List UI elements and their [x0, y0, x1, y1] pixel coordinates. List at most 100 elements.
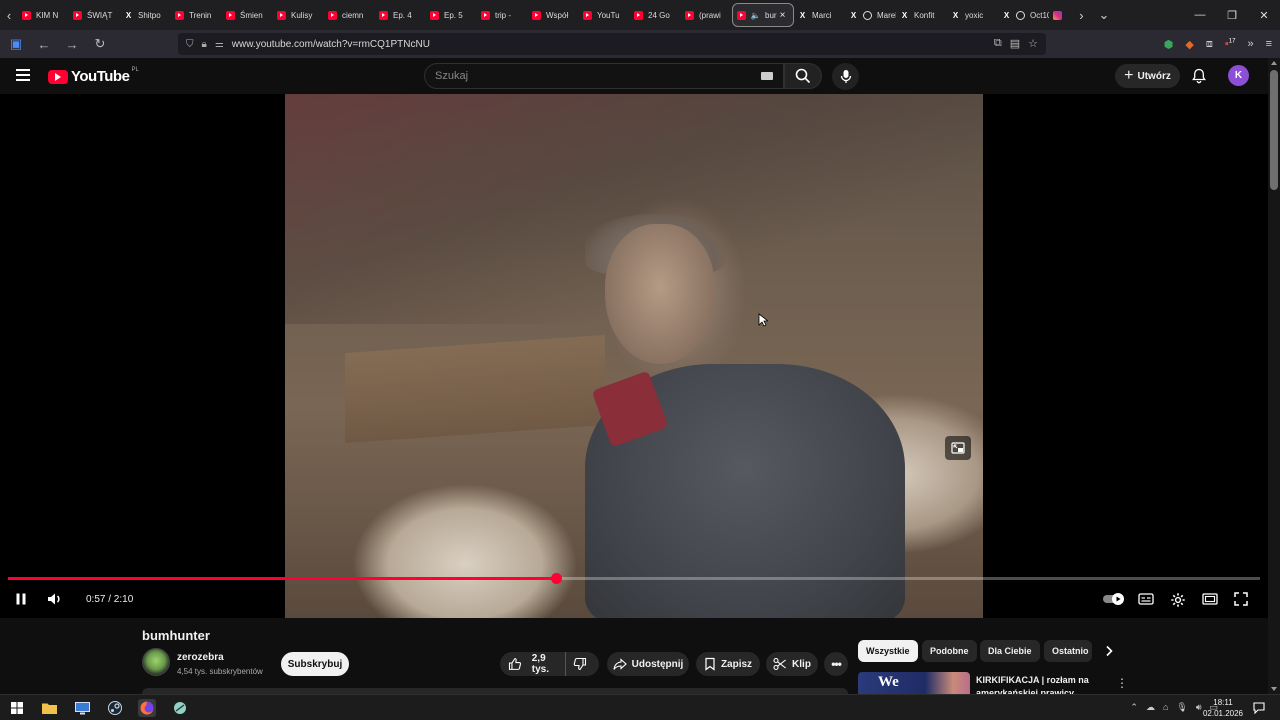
save-button[interactable]: Zapisz [696, 652, 760, 676]
search-button[interactable] [784, 63, 822, 89]
chip-recent[interactable]: Ostatnio [1044, 640, 1092, 662]
lock-icon[interactable]: 🔒︎ [202, 39, 207, 50]
video-player[interactable]: 0:57 / 2:10 [0, 94, 1268, 618]
system-clock[interactable]: 18:11 02.01.2026 [1198, 697, 1248, 719]
minimize-icon[interactable]: — [1184, 9, 1216, 21]
bookmark-star-icon[interactable]: ☆ [1028, 37, 1038, 50]
voice-search-button[interactable] [832, 63, 859, 90]
privacy-extension-icon[interactable]: ⬢ [1164, 38, 1174, 51]
extensions-puzzle-icon[interactable]: ⧈ [1206, 38, 1213, 51]
browser-tab[interactable]: 24 Go [630, 3, 681, 27]
threads-icon [1016, 10, 1025, 20]
fox-extension-icon[interactable]: ◆ [1185, 38, 1193, 51]
more-actions-button[interactable]: ••• [824, 652, 848, 676]
dislike-button[interactable] [566, 657, 599, 671]
chip-related[interactable]: Podobne [922, 640, 977, 662]
browser-tab[interactable]: Ep. 4 [375, 3, 426, 27]
onedrive-cloud-icon[interactable]: ☁ [1146, 702, 1155, 713]
browser-tab[interactable]: Kulisy [273, 3, 324, 27]
browser-tab[interactable]: (prawi [681, 3, 732, 27]
autoplay-toggle[interactable] [1102, 592, 1126, 606]
miniplayer-button[interactable] [945, 436, 971, 460]
scroll-up-arrow-icon[interactable] [1271, 61, 1277, 65]
browser-tab[interactable]: Ep. 5 [426, 3, 477, 27]
picture-in-picture-icon[interactable]: ⧉ [994, 37, 1002, 50]
keyboard-icon[interactable] [761, 72, 773, 80]
url-text[interactable]: www.youtube.com/watch?v=rmCQ1PTNcNU [232, 39, 430, 50]
close-tab-icon[interactable]: × [780, 10, 786, 21]
browser-tab[interactable]: X Konfit [896, 3, 947, 27]
overflow-chevrons-icon[interactable]: » [1247, 38, 1253, 50]
browser-tab[interactable] [1049, 3, 1073, 27]
search-input[interactable]: Szukaj [424, 63, 784, 89]
shield-icon[interactable]: ⛉ [186, 39, 194, 50]
share-button[interactable]: Udostępnij [607, 652, 689, 676]
tab-list-chevron-down-icon[interactable]: ⌄ [1090, 0, 1118, 30]
browser-tab-active[interactable]: 🔈 bur × [732, 3, 794, 27]
browser-tab[interactable]: XOct10 [998, 3, 1049, 27]
browser-tab[interactable]: KIM N [18, 3, 69, 27]
browser-tab[interactable]: X Marci [794, 3, 845, 27]
theater-mode-button[interactable] [1202, 592, 1218, 606]
account-avatar[interactable]: K [1228, 65, 1249, 86]
chip-all[interactable]: Wszystkie [858, 640, 918, 662]
clip-button[interactable]: Klip [766, 652, 818, 676]
file-explorer-icon[interactable] [40, 699, 58, 717]
subscribe-button[interactable]: Subskrybuj [281, 652, 349, 676]
close-window-icon[interactable]: ✕ [1248, 9, 1280, 22]
extension-badge-icon[interactable]: ▪17 [1225, 38, 1236, 50]
restore-icon[interactable]: ❐ [1216, 9, 1248, 22]
address-bar[interactable]: ⛉ 🔒︎ ⚌ www.youtube.com/watch?v=rmCQ1PTNc… [178, 33, 1046, 55]
tab-scroll-left-icon[interactable]: ‹ [0, 0, 18, 30]
progress-bar[interactable] [8, 573, 1260, 584]
browser-tab[interactable]: trip - [477, 3, 528, 27]
hamburger-menu-icon[interactable] [16, 69, 30, 81]
chip-for-you[interactable]: Dla Ciebie [980, 640, 1040, 662]
volume-button[interactable] [47, 592, 63, 606]
permissions-icon[interactable]: ⚌ [215, 39, 224, 50]
fullscreen-button[interactable] [1234, 592, 1248, 606]
scroll-down-arrow-icon[interactable] [1271, 687, 1277, 691]
page-scrollbar[interactable] [1268, 58, 1280, 694]
chips-next-chevron-icon[interactable] [1104, 644, 1114, 662]
remote-desktop-icon[interactable] [73, 699, 91, 717]
pause-button[interactable] [14, 592, 28, 606]
browser-tab[interactable]: Trenin [171, 3, 222, 27]
browser-tab[interactable]: ciemn [324, 3, 375, 27]
create-button[interactable]: + Utwórz [1115, 64, 1180, 88]
back-arrow-icon[interactable]: ← [32, 32, 56, 56]
app-icon[interactable] [171, 699, 189, 717]
tray-overflow-chevron-icon[interactable]: ⌃ [1130, 702, 1138, 713]
browser-tab[interactable]: X Shitpo [120, 3, 171, 27]
subtitles-button[interactable] [1138, 592, 1154, 606]
browser-tab[interactable]: ŚWIĄT [69, 3, 120, 27]
youtube-logo[interactable]: YouTube PL [48, 67, 139, 85]
browser-tab[interactable]: Współ [528, 3, 579, 27]
reader-view-icon[interactable]: ▤ [1010, 37, 1020, 50]
firefox-icon[interactable] [138, 699, 156, 717]
sidebar-toggle-icon[interactable]: ▣ [4, 32, 28, 56]
steam-icon[interactable] [106, 699, 124, 717]
forward-arrow-icon[interactable]: → [60, 32, 84, 56]
network-icon[interactable]: ⌂ [1163, 702, 1168, 713]
channel-avatar[interactable] [142, 648, 170, 676]
microphone-tray-icon[interactable]: 🎙︎ [1176, 702, 1187, 713]
app-menu-icon[interactable]: ≡ [1266, 38, 1272, 50]
windows-start-icon[interactable] [8, 699, 26, 717]
notifications-bell-icon[interactable] [1191, 68, 1207, 89]
browser-tab[interactable]: Śmien [222, 3, 273, 27]
browser-tab[interactable]: YouTu [579, 3, 630, 27]
scrollbar-thumb[interactable] [1270, 70, 1278, 190]
notification-center-icon[interactable] [1253, 701, 1265, 719]
tab-scroll-right-icon[interactable]: › [1073, 0, 1090, 30]
browser-tab[interactable]: XMarek [845, 3, 896, 27]
video-frame[interactable] [285, 94, 983, 618]
recommendation-title[interactable]: KIRKIFIKACJA | rozłam na amerykańskiej p… [976, 674, 1096, 694]
speaker-icon[interactable]: 🔈 [751, 11, 761, 20]
reload-icon[interactable]: ↻ [88, 32, 112, 56]
browser-tab[interactable]: Xyoxic [947, 3, 998, 27]
like-button[interactable]: 2,9 tys. [500, 652, 566, 676]
settings-button[interactable] [1170, 592, 1186, 608]
recommendation-menu-icon[interactable]: ⋮ [1116, 676, 1128, 690]
channel-name[interactable]: zerozebra [177, 652, 224, 663]
